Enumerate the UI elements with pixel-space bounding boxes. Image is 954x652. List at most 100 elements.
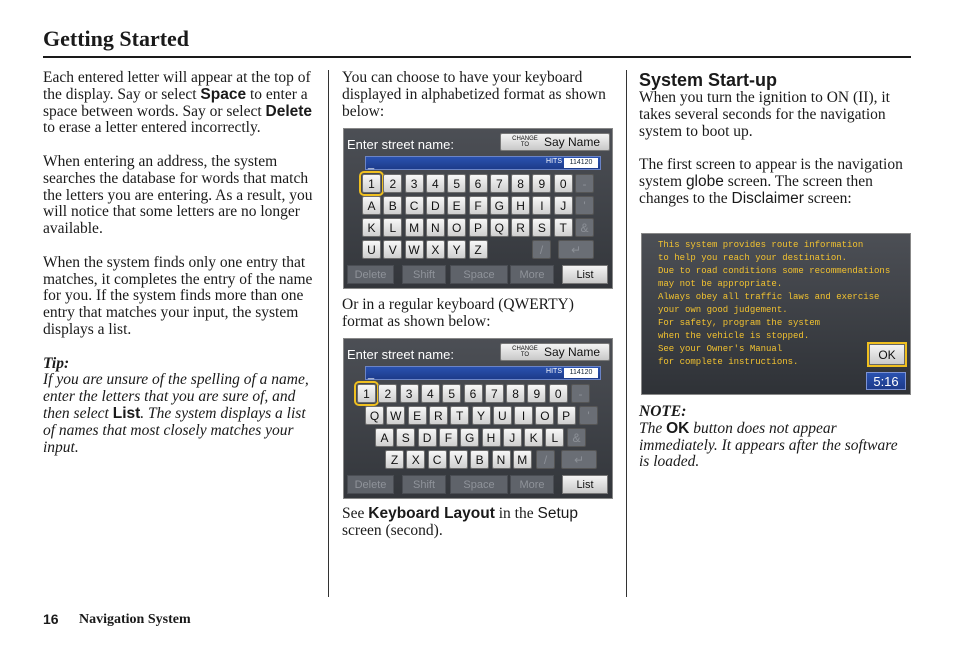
key[interactable]: S	[396, 428, 416, 447]
shift-button[interactable]: Shift	[402, 475, 446, 494]
key[interactable]: G	[460, 428, 480, 447]
key[interactable]: 1	[359, 171, 384, 196]
apostrophe-key[interactable]: '	[579, 406, 598, 425]
term-delete: Delete	[265, 102, 313, 120]
more-button[interactable]: More	[510, 265, 554, 284]
space-button[interactable]: Space	[450, 475, 508, 494]
key[interactable]: 2	[378, 384, 398, 403]
key[interactable]: C	[404, 196, 424, 215]
key[interactable]: M	[512, 450, 532, 469]
key[interactable]: 4	[420, 384, 440, 403]
delete-button[interactable]: Delete	[347, 265, 394, 284]
say-name-button[interactable]: CHANGE TO Say Name	[500, 343, 610, 361]
key[interactable]: Q	[365, 406, 384, 425]
key[interactable]: D	[425, 196, 445, 215]
key[interactable]: T	[553, 218, 573, 237]
key[interactable]: U	[492, 406, 512, 425]
key[interactable]: C	[427, 450, 447, 469]
key[interactable]: Y	[447, 240, 467, 259]
key[interactable]: 5	[442, 384, 462, 403]
key[interactable]: T	[450, 406, 470, 425]
text: to erase a letter entered incorrectly.	[43, 119, 261, 137]
key[interactable]: 1	[354, 381, 379, 406]
slash-key[interactable]: /	[532, 240, 551, 259]
key[interactable]: H	[481, 428, 501, 447]
key[interactable]: X	[406, 450, 426, 469]
key[interactable]: M	[404, 218, 424, 237]
key[interactable]: 2	[383, 174, 403, 193]
shift-button[interactable]: Shift	[402, 265, 446, 284]
key[interactable]: F	[468, 196, 488, 215]
key[interactable]: S	[532, 218, 552, 237]
more-button[interactable]: More	[510, 475, 554, 494]
space-button[interactable]: Space	[450, 265, 508, 284]
key[interactable]: L	[383, 218, 403, 237]
key[interactable]: J	[553, 196, 573, 215]
key[interactable]: Z	[385, 450, 404, 469]
key[interactable]: X	[425, 240, 445, 259]
key[interactable]: A	[362, 196, 381, 215]
say-name-button[interactable]: CHANGE TO Say Name	[500, 133, 610, 151]
key[interactable]: 6	[463, 384, 483, 403]
key[interactable]: I	[532, 196, 552, 215]
key[interactable]: V	[383, 240, 403, 259]
key[interactable]: W	[386, 406, 406, 425]
key[interactable]: K	[362, 218, 381, 237]
slash-key[interactable]: /	[536, 450, 555, 469]
key[interactable]: 8	[511, 174, 531, 193]
key[interactable]: P	[468, 218, 488, 237]
apostrophe-key[interactable]: '	[575, 196, 594, 215]
list-button[interactable]: List	[562, 265, 608, 284]
key[interactable]: E	[407, 406, 427, 425]
key[interactable]: 0	[548, 384, 568, 403]
key[interactable]: E	[447, 196, 467, 215]
key[interactable]: B	[470, 450, 490, 469]
key[interactable]: Y	[471, 406, 491, 425]
key[interactable]: 0	[553, 174, 573, 193]
key[interactable]: D	[417, 428, 437, 447]
key[interactable]: 7	[489, 174, 509, 193]
hits-label: HITS	[546, 158, 562, 165]
key[interactable]: R	[428, 406, 448, 425]
key[interactable]: F	[438, 428, 458, 447]
backspace-icon[interactable]: ↵	[561, 450, 597, 469]
key[interactable]: L	[545, 428, 565, 447]
key[interactable]: N	[491, 450, 511, 469]
ampersand-key[interactable]: &	[567, 428, 586, 447]
key[interactable]: G	[489, 196, 509, 215]
dash-key[interactable]: -	[571, 384, 590, 403]
disclaimer-screen: OK 5:16 This system provides route infor…	[641, 233, 911, 395]
key[interactable]: K	[524, 428, 544, 447]
key[interactable]: I	[514, 406, 534, 425]
delete-button[interactable]: Delete	[347, 475, 394, 494]
key[interactable]: O	[447, 218, 467, 237]
key[interactable]: 3	[404, 174, 424, 193]
key[interactable]: 9	[527, 384, 547, 403]
key[interactable]: B	[383, 196, 403, 215]
key[interactable]: R	[511, 218, 531, 237]
key[interactable]: Z	[468, 240, 488, 259]
key[interactable]: P	[556, 406, 576, 425]
key[interactable]: 3	[399, 384, 419, 403]
dash-key[interactable]: -	[575, 174, 594, 193]
key[interactable]: Q	[489, 218, 509, 237]
key[interactable]: H	[511, 196, 531, 215]
key[interactable]: N	[425, 218, 445, 237]
backspace-icon[interactable]: ↵	[558, 240, 594, 259]
key[interactable]: 8	[506, 384, 526, 403]
key[interactable]: O	[535, 406, 555, 425]
key[interactable]: 5	[447, 174, 467, 193]
list-button[interactable]: List	[562, 475, 608, 494]
key[interactable]: V	[448, 450, 468, 469]
key[interactable]: J	[502, 428, 522, 447]
ampersand-key[interactable]: &	[575, 218, 594, 237]
text: See	[342, 505, 369, 522]
key[interactable]: 6	[468, 174, 488, 193]
key[interactable]: U	[362, 240, 381, 259]
key[interactable]: 9	[532, 174, 552, 193]
key[interactable]: 4	[425, 174, 445, 193]
ok-button[interactable]: OK	[867, 342, 907, 367]
key[interactable]: A	[375, 428, 394, 447]
key[interactable]: 7	[484, 384, 504, 403]
key[interactable]: W	[404, 240, 424, 259]
